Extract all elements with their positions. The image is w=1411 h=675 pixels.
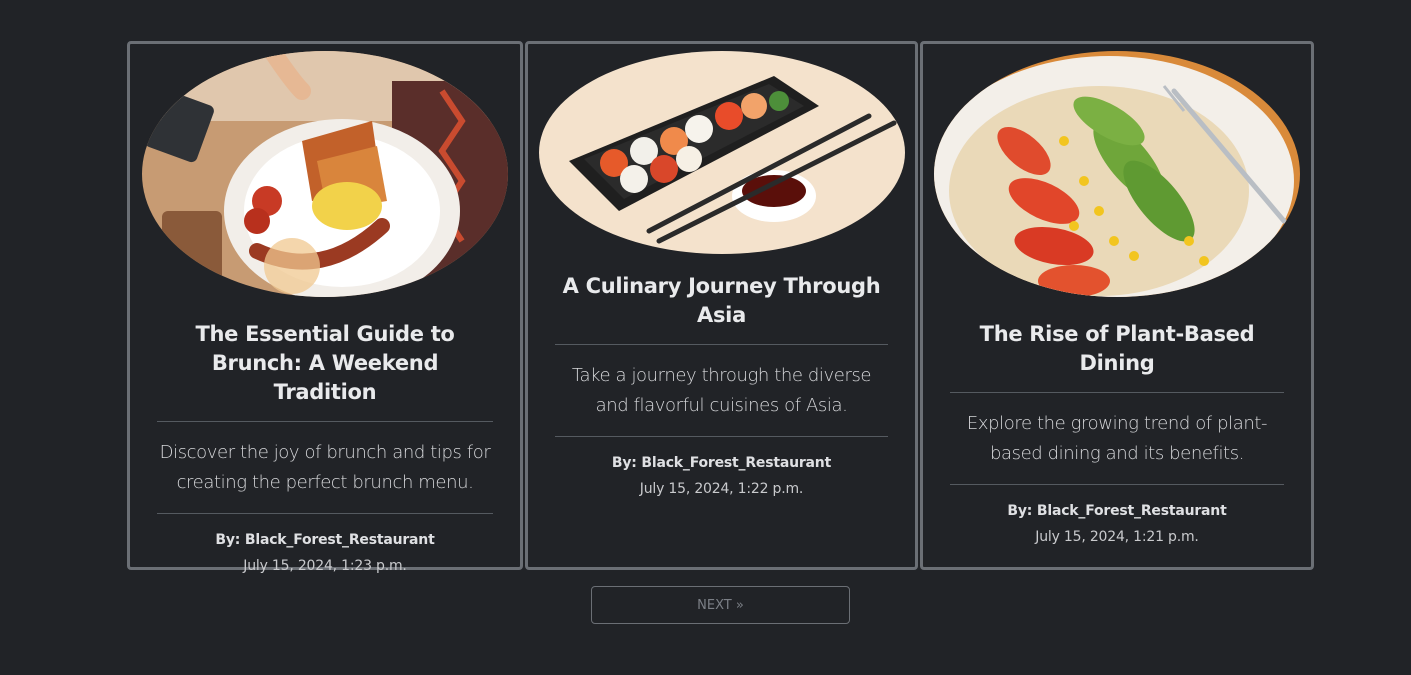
divider [555, 436, 888, 437]
post-date: July 15, 2024, 1:22 p.m. [639, 481, 804, 497]
post-author: By: Black_Forest_Restaurant [611, 455, 832, 471]
divider [950, 484, 1284, 485]
post-date: July 15, 2024, 1:23 p.m. [243, 558, 407, 574]
next-page-button[interactable]: NEXT » [591, 586, 850, 624]
post-image-plant-based[interactable] [934, 51, 1300, 297]
post-title[interactable]: The Rise of Plant-Based Dining [950, 320, 1284, 378]
post-title[interactable]: A Culinary Journey Through Asia [555, 272, 888, 330]
divider [157, 421, 493, 422]
post-author: By: Black_Forest_Restaurant [215, 532, 435, 548]
post-image-brunch[interactable] [142, 51, 508, 297]
post-card[interactable]: A Culinary Journey Through Asia Take a j… [525, 41, 918, 570]
post-author: By: Black_Forest_Restaurant [1007, 503, 1227, 519]
divider [950, 392, 1284, 393]
post-description: Explore the growing trend of plant-based… [966, 413, 1268, 464]
post-description: Discover the joy of brunch and tips for … [159, 442, 491, 493]
post-image-asia[interactable] [538, 51, 905, 254]
post-description: Take a journey through the diverse and f… [571, 365, 872, 416]
divider [157, 513, 493, 514]
post-title[interactable]: The Essential Guide to Brunch: A Weekend… [157, 320, 493, 407]
post-card-list: The Essential Guide to Brunch: A Weekend… [127, 41, 1314, 574]
post-card[interactable]: The Essential Guide to Brunch: A Weekend… [127, 41, 523, 574]
divider [555, 344, 888, 345]
post-card[interactable]: The Rise of Plant-Based Dining Explore t… [920, 41, 1314, 570]
page: The Essential Guide to Brunch: A Weekend… [0, 0, 1411, 675]
post-date: July 15, 2024, 1:21 p.m. [1035, 529, 1199, 545]
